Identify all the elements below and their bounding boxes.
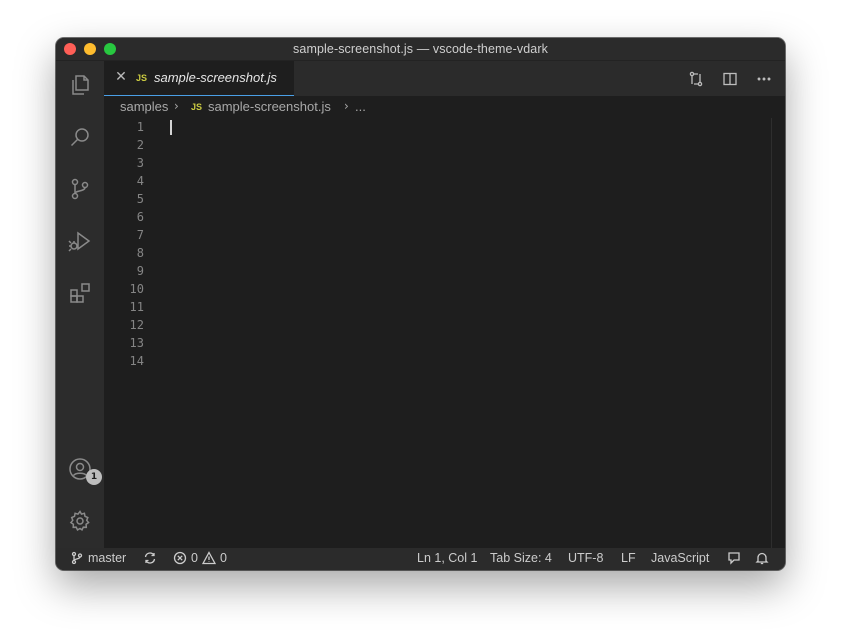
line-number: 1 xyxy=(136,120,144,134)
line-number: 3 xyxy=(136,156,144,170)
encoding[interactable]: UTF-8 xyxy=(568,551,603,565)
line-number: 10 xyxy=(129,282,144,296)
feedback-button[interactable] xyxy=(727,551,741,565)
vscode-window: sample-screenshot.js — vscode-theme-vdar… xyxy=(56,38,785,570)
explorer-button[interactable] xyxy=(64,69,96,101)
gear-icon xyxy=(69,510,90,532)
tab-size[interactable]: Tab Size: 4 xyxy=(490,551,552,565)
more-icon xyxy=(757,77,771,81)
code-lines xyxy=(170,118,690,548)
chevron-right-icon: › xyxy=(344,99,349,113)
line-number: 11 xyxy=(129,300,144,314)
title-bar: sample-screenshot.js — vscode-theme-vdar… xyxy=(56,38,785,61)
accounts-button[interactable]: 1 xyxy=(64,453,102,485)
line-number: 4 xyxy=(136,174,144,188)
more-actions-button[interactable] xyxy=(755,70,773,88)
search-icon xyxy=(70,128,89,147)
breadcrumb: samples › JS sample-screenshot.js › ... xyxy=(104,96,785,118)
source-control-icon xyxy=(71,178,89,200)
tab-close-icon[interactable]: ✕ xyxy=(114,70,128,84)
editor-tab-bar: ✕ JS sample-screenshot.js xyxy=(104,61,785,96)
feedback-icon xyxy=(728,552,740,565)
error-icon xyxy=(173,551,187,565)
warning-icon xyxy=(201,551,216,565)
js-file-icon: JS xyxy=(136,73,148,83)
line-number: 12 xyxy=(129,318,144,332)
manage-button[interactable] xyxy=(64,505,96,537)
extensions-button[interactable] xyxy=(64,277,96,309)
line-number: 8 xyxy=(136,246,144,260)
error-count: 0 xyxy=(191,551,198,565)
text-cursor xyxy=(170,120,172,135)
source-control-button[interactable] xyxy=(64,173,96,205)
account-badge: 1 xyxy=(86,469,102,485)
cursor-position[interactable]: Ln 1, Col 1 xyxy=(417,551,477,565)
line-number: 6 xyxy=(136,210,144,224)
problems-status[interactable]: 0 0 xyxy=(173,551,227,565)
branch-name: master xyxy=(88,551,127,565)
window-title: sample-screenshot.js — vscode-theme-vdar… xyxy=(293,42,548,56)
line-number: 5 xyxy=(136,192,144,206)
warning-count: 0 xyxy=(219,551,227,565)
breadcrumb-file[interactable]: sample-screenshot.js xyxy=(208,99,331,114)
branch-icon xyxy=(71,551,83,565)
compare-changes-icon xyxy=(689,71,703,87)
run-debug-button[interactable] xyxy=(64,225,96,257)
bell-icon xyxy=(755,552,769,565)
sync-button[interactable] xyxy=(143,551,157,565)
run-debug-icon xyxy=(68,231,91,252)
line-number: 7 xyxy=(136,228,144,242)
breadcrumb-more[interactable]: ... xyxy=(355,99,366,114)
split-editor-icon xyxy=(723,72,737,86)
status-bar: master 0 0 Ln 1, Col 1 Tab Size: 4 UTF-8… xyxy=(56,548,785,570)
line-number: 13 xyxy=(129,336,144,350)
js-file-icon: JS xyxy=(191,102,203,112)
line-number: 2 xyxy=(136,138,144,152)
end-of-line[interactable]: LF xyxy=(621,551,636,565)
split-editor-button[interactable] xyxy=(721,70,739,88)
code-editor[interactable]: 1 2 3 4 5 6 7 8 9 10 11 12 13 14 xyxy=(104,118,785,548)
notifications-button[interactable] xyxy=(755,551,769,565)
tab-label: sample-screenshot.js xyxy=(154,70,277,85)
tab-sample-screenshot[interactable]: ✕ JS sample-screenshot.js xyxy=(104,61,294,96)
line-number: 9 xyxy=(136,264,144,278)
activity-bar: 1 xyxy=(56,61,104,548)
chevron-right-icon: › xyxy=(174,99,179,113)
breadcrumb-folder[interactable]: samples xyxy=(120,99,168,114)
search-button[interactable] xyxy=(64,121,96,153)
files-icon xyxy=(72,75,89,95)
line-number: 14 xyxy=(129,354,144,368)
branch-status[interactable]: master xyxy=(70,551,126,565)
editor-actions xyxy=(687,70,773,88)
vertical-scrollbar[interactable] xyxy=(771,118,772,548)
open-changes-button[interactable] xyxy=(687,70,705,88)
extensions-icon xyxy=(70,283,90,303)
minimap[interactable] xyxy=(699,120,759,160)
language-mode[interactable]: JavaScript xyxy=(651,551,709,565)
sync-icon xyxy=(144,552,156,564)
line-number-gutter: 1 2 3 4 5 6 7 8 9 10 11 12 13 14 xyxy=(104,118,144,548)
